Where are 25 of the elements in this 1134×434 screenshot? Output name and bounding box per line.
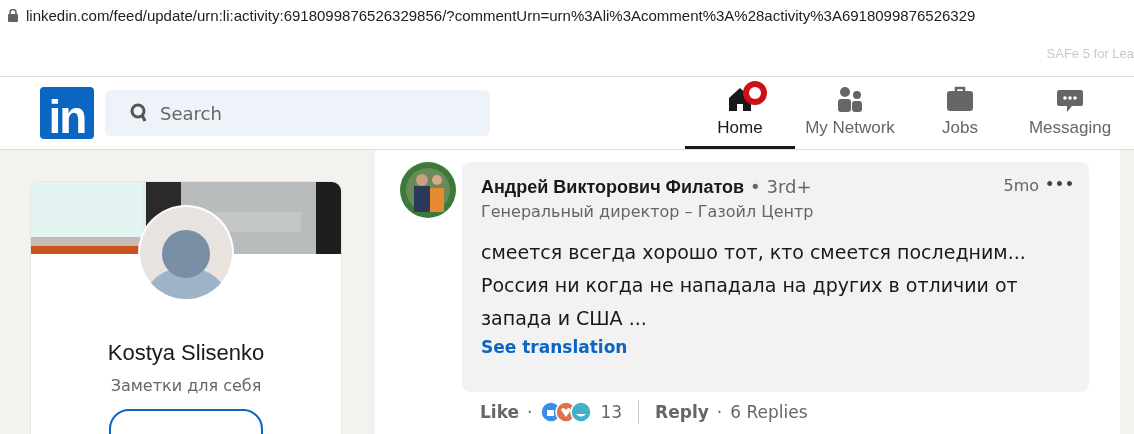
profile-headline: Заметки для себя xyxy=(110,376,262,395)
like-button[interactable]: Like xyxy=(480,402,520,422)
nav-tab[interactable]: Messaging xyxy=(1015,77,1125,149)
separator-dot: · xyxy=(527,402,533,422)
see-translation-link[interactable]: See translation xyxy=(481,337,628,357)
search-field[interactable]: Search xyxy=(105,90,490,136)
nav-tab[interactable]: My Network xyxy=(795,77,905,149)
separator-dot: · xyxy=(716,402,723,422)
avatar[interactable] xyxy=(400,162,456,218)
lock-icon xyxy=(8,8,18,22)
network-icon xyxy=(835,84,865,114)
logo[interactable]: in xyxy=(40,87,94,139)
nav-tab[interactable]: Jobs xyxy=(905,77,1015,149)
profile-name[interactable]: Kostya Slisenko xyxy=(107,340,265,366)
reply-button[interactable]: Reply xyxy=(655,402,709,422)
author-name[interactable]: Андрей Викторович Филатов xyxy=(481,177,745,198)
reaction-count[interactable]: 13 xyxy=(600,402,623,422)
jobs-icon xyxy=(945,84,975,114)
comment-text: смеется всегда хорошо тот, кто смеется последним... Россия ни когда не нападала на других в отличии от запада и США ... xyxy=(481,240,1027,331)
more-menu[interactable]: ••• xyxy=(1045,176,1075,195)
connection-degree: • 3rd+ xyxy=(750,176,812,197)
replies-link[interactable]: 6 Replies xyxy=(730,402,808,422)
timestamp: 5mo xyxy=(1003,176,1040,195)
author-headline: Генеральный директор – Газойл Центр xyxy=(481,202,815,221)
reactions-icon[interactable] xyxy=(540,401,593,423)
